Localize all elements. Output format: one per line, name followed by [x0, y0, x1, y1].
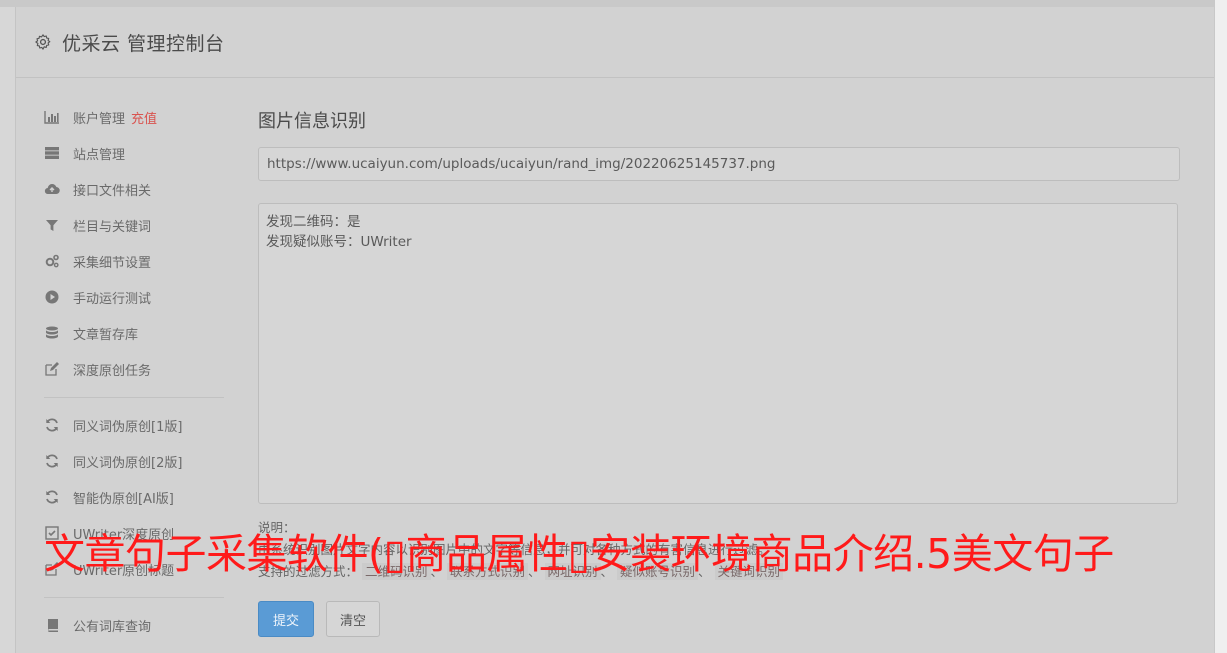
- sidebar-item-label: 同义词伪原创[1版]: [73, 419, 183, 435]
- sidebar-item-label: 深度原创任务: [73, 363, 152, 379]
- page-header: 优采云 管理控制台: [16, 7, 1214, 78]
- sidebar-item-synonym-v2[interactable]: 同义词伪原创[2版]: [44, 443, 224, 479]
- sidebar-item-label: 栏目与关键词: [73, 219, 152, 235]
- play-circle-icon: [44, 289, 60, 305]
- top-strip: [0, 0, 1227, 7]
- result-line: 发现疑似账号：UWriter: [266, 234, 412, 250]
- gear-icon: [35, 34, 51, 50]
- sidebar-divider: [44, 397, 224, 398]
- sidebar-item-sites[interactable]: 站点管理: [44, 135, 224, 171]
- sidebar-item-public-lexicon[interactable]: 公有词库查询: [44, 607, 224, 643]
- sidebar-item-ai-rewrite[interactable]: 智能伪原创[AI版]: [44, 479, 224, 515]
- result-textarea[interactable]: 发现二维码：是 发现疑似账号：UWriter: [258, 203, 1178, 504]
- server-icon: [44, 145, 60, 161]
- sidebar-item-label: 文章暂存库: [73, 327, 139, 343]
- overlay-watermark-text: 文章句子采集软件(▯商品属性▯安装环境商品介绍.5美文句子: [44, 530, 1114, 578]
- sidebar-item-label: 站点管理: [73, 147, 126, 163]
- sidebar-item-collect-settings[interactable]: 采集细节设置: [44, 243, 224, 279]
- sidebar-item-interface-files[interactable]: 接口文件相关: [44, 171, 224, 207]
- sidebar-item-article-store[interactable]: 文章暂存库: [44, 315, 224, 351]
- bar-chart-icon: [44, 109, 60, 125]
- refresh-icon: [44, 489, 60, 505]
- edit-icon: [44, 361, 60, 377]
- refresh-icon: [44, 453, 60, 469]
- clear-button[interactable]: 清空: [326, 601, 380, 637]
- result-line: 发现二维码：是: [266, 214, 361, 230]
- sidebar-item-label: 公有词库查询: [73, 619, 152, 635]
- recharge-link[interactable]: 充值: [131, 108, 157, 127]
- refresh-icon: [44, 417, 60, 433]
- sidebar-item-manual-run[interactable]: 手动运行测试: [44, 279, 224, 315]
- database-icon: [44, 325, 60, 341]
- section-title: 图片信息识别: [258, 111, 366, 132]
- sidebar-item-synonym-v1[interactable]: 同义词伪原创[1版]: [44, 407, 224, 443]
- sidebar-item-account[interactable]: 账户管理 充值: [44, 99, 224, 135]
- sidebar-item-columns-keywords[interactable]: 栏目与关键词: [44, 207, 224, 243]
- sidebar-item-label: 同义词伪原创[2版]: [73, 455, 183, 471]
- book-icon: [44, 617, 60, 633]
- window-right-edge: [1214, 0, 1227, 653]
- filter-icon: [44, 217, 60, 233]
- page-title: 优采云 管理控制台: [62, 32, 225, 55]
- sidebar-item-label: 手动运行测试: [73, 291, 152, 307]
- main-content: 图片信息识别 发现二维码：是 发现疑似账号：UWriter 说明： 由系统识别图…: [258, 107, 1180, 637]
- sidebar-item-label: 接口文件相关: [73, 183, 152, 199]
- sidebar-item-label: 采集细节设置: [73, 255, 152, 271]
- sidebar-item-label: 智能伪原创[AI版]: [73, 491, 174, 507]
- sidebar-item-deep-original[interactable]: 深度原创任务: [44, 351, 224, 387]
- sidebar-divider: [44, 597, 224, 598]
- cloud-upload-icon: [44, 181, 60, 197]
- gears-icon: [44, 253, 60, 269]
- sidebar-item-label: 账户管理: [73, 111, 126, 127]
- submit-button[interactable]: 提交: [258, 601, 314, 637]
- image-url-input[interactable]: [258, 147, 1180, 181]
